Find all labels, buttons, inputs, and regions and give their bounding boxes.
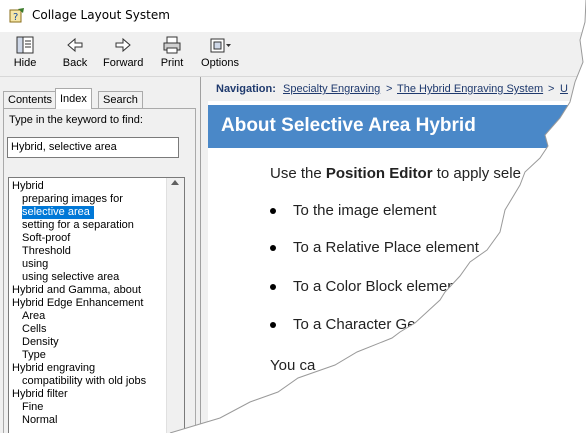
index-list[interactable]: Hybrid preparing images for selective area… — [8, 177, 185, 433]
navigation-pane: Contents Index Search Type in the keywor… — [0, 77, 201, 433]
index-item[interactable]: Hybrid filter — [12, 388, 68, 401]
keyword-prompt: Type in the keyword to find: — [9, 114, 143, 126]
topic-heading-bar: About Selective Area Hybrid — [208, 105, 586, 148]
options-button[interactable]: Options — [200, 35, 240, 73]
bullet-item: To the image element — [293, 202, 437, 219]
index-item[interactable]: Cells — [22, 323, 46, 336]
bullet-icon — [270, 245, 276, 251]
breadcrumb-separator: > — [386, 83, 393, 95]
tab-contents[interactable]: Contents — [3, 91, 58, 108]
bullet-item: To a Relative Place element — [293, 239, 479, 256]
breadcrumb-link-hybrid-engraving-system[interactable]: The Hybrid Engraving System — [397, 77, 543, 101]
intro-text-end: to apply sele — [432, 165, 521, 182]
back-button[interactable]: Back — [58, 35, 92, 73]
bullet-item: To a Color Block element — [293, 278, 460, 295]
index-item[interactable]: setting for a separation — [22, 219, 134, 232]
options-label: Options — [201, 57, 239, 69]
index-item[interactable]: Hybrid — [12, 180, 44, 193]
page-title: About Selective Area Hybrid — [221, 115, 476, 136]
trailing-paragraph: You ca — [270, 357, 316, 374]
forward-button[interactable]: Forward — [103, 35, 143, 73]
print-label: Print — [160, 57, 184, 69]
hide-icon — [7, 35, 43, 55]
bullet-icon — [270, 322, 276, 328]
bullet-item: To a Character Ge — [293, 316, 416, 333]
index-item[interactable]: Threshold — [22, 245, 71, 258]
forward-arrow-icon — [103, 35, 143, 55]
bullet-icon — [270, 284, 276, 290]
tab-search[interactable]: Search — [98, 91, 143, 108]
index-item[interactable]: Soft-proof — [22, 232, 70, 245]
hide-label: Hide — [13, 57, 37, 69]
window-title: Collage Layout System — [32, 8, 170, 22]
intro-text-start: Use the — [270, 165, 326, 182]
index-item[interactable]: Density — [22, 336, 59, 349]
index-item[interactable]: Hybrid engraving — [12, 362, 95, 375]
index-item[interactable]: using selective area — [22, 271, 119, 284]
index-item[interactable]: Type — [22, 349, 46, 362]
tab-index[interactable]: Index — [55, 88, 92, 109]
breadcrumb-label: Navigation: — [216, 83, 276, 95]
index-item[interactable]: Fine — [22, 401, 43, 414]
index-item[interactable]: Area — [22, 310, 45, 323]
back-arrow-icon — [58, 35, 92, 55]
scroll-up-arrow-icon[interactable] — [171, 180, 179, 185]
breadcrumb-separator: > — [548, 83, 555, 95]
breadcrumb: Navigation: Specialty Engraving > The Hy… — [208, 77, 586, 101]
index-scrollbar[interactable] — [166, 178, 184, 433]
title-bar: ? Collage Layout System — [0, 0, 586, 32]
topic-content: Navigation: Specialty Engraving > The Hy… — [208, 77, 586, 433]
options-icon — [200, 35, 240, 55]
position-editor-term: Position Editor — [325, 165, 433, 182]
toolbar: Hide Back Forward Print Options — [0, 32, 586, 77]
hide-button[interactable]: Hide — [7, 35, 43, 73]
print-button[interactable]: Print — [157, 35, 187, 73]
svg-text:?: ? — [13, 12, 18, 23]
index-item[interactable]: using — [22, 258, 48, 271]
printer-icon — [157, 35, 187, 55]
intro-paragraph: Use the Position Editor to apply sele — [270, 165, 521, 182]
back-label: Back — [62, 57, 88, 69]
bullet-icon — [270, 208, 276, 214]
breadcrumb-link-specialty-engraving[interactable]: Specialty Engraving — [283, 77, 380, 101]
help-app-icon: ? — [9, 7, 25, 23]
help-window: ? Collage Layout System Hide Back Forwar… — [0, 0, 586, 433]
index-item[interactable]: preparing images for — [22, 193, 123, 206]
index-item-selected[interactable]: selective area — [22, 206, 94, 219]
breadcrumb-link-current[interactable]: U — [560, 77, 568, 101]
index-item[interactable]: Hybrid and Gamma, about — [12, 284, 141, 297]
keyword-input[interactable]: Hybrid, selective area — [7, 137, 179, 158]
index-item[interactable]: compatibility with old jobs — [22, 375, 146, 388]
index-item[interactable]: Hybrid Edge Enhancement — [12, 297, 143, 310]
forward-label: Forward — [103, 57, 144, 69]
index-item[interactable]: Normal — [22, 414, 57, 427]
